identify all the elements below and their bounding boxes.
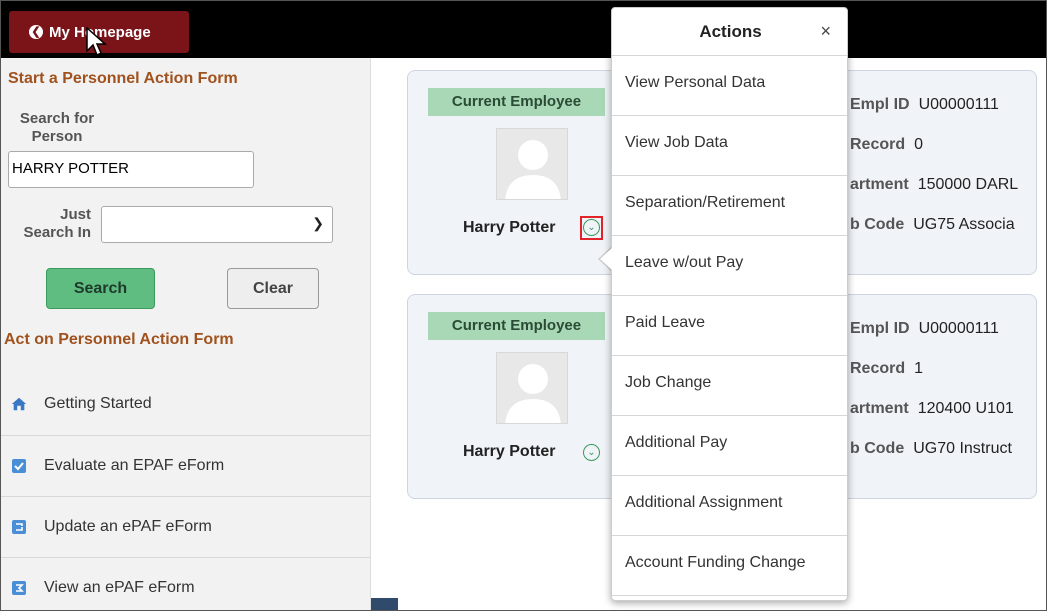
mouse-cursor-icon bbox=[86, 27, 107, 57]
department-field: artment 150000 DARL bbox=[850, 176, 1018, 194]
actions-popup-title: Actions bbox=[699, 22, 762, 41]
nav-item-getting-started[interactable]: Getting Started bbox=[1, 374, 371, 434]
nav-item-update[interactable]: Update an ePAF eForm bbox=[1, 496, 371, 556]
record-value: 0 bbox=[914, 136, 924, 153]
nav-item-label: Evaluate an EPAF eForm bbox=[44, 456, 225, 474]
app-frame: ❮ My Homepage Start a Personnel Action F… bbox=[0, 0, 1047, 611]
search-for-label-line2: Person bbox=[31, 128, 83, 145]
job-code-value: UG75 Associa bbox=[913, 216, 1015, 233]
job-code-label: b Code bbox=[850, 216, 905, 233]
update-form-icon bbox=[11, 519, 27, 535]
record-value: 1 bbox=[914, 360, 924, 377]
nav-item-label: Update an ePAF eForm bbox=[44, 517, 212, 535]
record-label: Record bbox=[850, 360, 906, 377]
nav-item-label: Getting Started bbox=[44, 395, 152, 412]
just-label-line2: Search In bbox=[23, 224, 91, 241]
actions-dropdown-icon[interactable]: ⌄ bbox=[583, 219, 600, 236]
empl-id-field: Empl ID U00000111 bbox=[850, 96, 999, 114]
menu-item-job-change[interactable]: Job Change bbox=[612, 356, 847, 416]
department-label: artment bbox=[850, 176, 909, 193]
record-label: Record bbox=[850, 136, 906, 153]
menu-item-additional-assignment[interactable]: Additional Assignment bbox=[612, 476, 847, 536]
department-value: 150000 DARL bbox=[917, 176, 1019, 193]
nav-item-label: View an ePAF eForm bbox=[44, 578, 195, 596]
department-field: artment 120400 U101 bbox=[850, 400, 1014, 418]
job-code-field: b Code UG70 Instruct bbox=[850, 440, 1012, 458]
just-label-line1: Just bbox=[60, 206, 91, 223]
job-code-value: UG70 Instruct bbox=[913, 440, 1012, 457]
actions-popup-header: Actions × bbox=[612, 8, 847, 56]
employee-name: Harry Potter bbox=[463, 219, 556, 236]
search-person-input[interactable]: HARRY POTTER bbox=[8, 151, 254, 188]
empl-id-label: Empl ID bbox=[850, 320, 910, 337]
menu-item-separation-retirement[interactable]: Separation/Retirement bbox=[612, 176, 847, 236]
chevron-down-icon: ❯ bbox=[312, 215, 324, 231]
record-field: Record 1 bbox=[850, 360, 923, 378]
menu-item-additional-pay[interactable]: Additional Pay bbox=[612, 416, 847, 476]
home-icon bbox=[11, 396, 27, 412]
menu-item-label: View Personal Data bbox=[625, 74, 766, 91]
actions-popup: Actions × View Personal Data View Job Da… bbox=[611, 7, 848, 601]
act-form-title: Act on Personnel Action Form bbox=[4, 331, 234, 348]
search-in-select[interactable]: ❯ bbox=[101, 206, 333, 243]
start-form-title: Start a Personnel Action Form bbox=[8, 70, 238, 87]
search-for-label: Search for Person bbox=[19, 110, 95, 146]
menu-item-leave-without-pay[interactable]: Leave w/out Pay bbox=[612, 236, 847, 296]
close-icon[interactable]: × bbox=[820, 21, 831, 42]
back-chevron-icon: ❮ bbox=[29, 25, 43, 39]
menu-item-label: View Job Data bbox=[625, 134, 728, 151]
just-search-in-label: Just Search In bbox=[1, 206, 91, 242]
menu-item-paid-leave[interactable]: Paid Leave bbox=[612, 296, 847, 356]
menu-item-label: Additional Pay bbox=[625, 434, 728, 451]
empl-id-value: U00000111 bbox=[918, 96, 999, 113]
menu-item-account-funding-change[interactable]: Account Funding Change bbox=[612, 536, 847, 596]
empl-id-field: Empl ID U00000111 bbox=[850, 320, 999, 338]
menu-item-label: Leave w/out Pay bbox=[625, 254, 744, 271]
empl-id-value: U00000111 bbox=[918, 320, 999, 337]
clear-button[interactable]: Clear bbox=[227, 268, 319, 309]
menu-item-label: Separation/Retirement bbox=[625, 194, 786, 211]
popup-pointer-inner bbox=[600, 248, 612, 270]
avatar bbox=[496, 352, 568, 424]
avatar bbox=[496, 128, 568, 200]
search-for-label-line1: Search for bbox=[19, 110, 95, 127]
menu-item-label: Paid Leave bbox=[625, 314, 706, 331]
menu-item-label: Account Funding Change bbox=[625, 554, 806, 571]
menu-item-view-personal-data[interactable]: View Personal Data bbox=[612, 56, 847, 116]
job-code-field: b Code UG75 Associa bbox=[850, 216, 1015, 234]
department-value: 120400 U101 bbox=[917, 400, 1014, 417]
status-badge: Current Employee bbox=[428, 312, 605, 340]
left-panel: Start a Personnel Action Form Search for… bbox=[1, 58, 371, 610]
evaluate-form-icon bbox=[11, 458, 27, 474]
status-badge: Current Employee bbox=[428, 88, 605, 116]
employee-name: Harry Potter bbox=[463, 443, 556, 460]
actions-dropdown-icon[interactable]: ⌄ bbox=[583, 444, 600, 461]
top-bar: ❮ My Homepage bbox=[1, 1, 1046, 58]
view-form-icon bbox=[11, 580, 27, 596]
nav-item-view[interactable]: View an ePAF eForm bbox=[1, 557, 371, 610]
record-field: Record 0 bbox=[850, 136, 923, 154]
menu-item-view-job-data[interactable]: View Job Data bbox=[612, 116, 847, 176]
menu-item-label: Additional Assignment bbox=[625, 494, 783, 511]
menu-item-label: Job Change bbox=[625, 374, 712, 391]
search-button[interactable]: Search bbox=[46, 268, 155, 309]
scroll-bar-fragment bbox=[371, 598, 398, 610]
job-code-label: b Code bbox=[850, 440, 905, 457]
empl-id-label: Empl ID bbox=[850, 96, 910, 113]
nav-item-evaluate[interactable]: Evaluate an EPAF eForm bbox=[1, 435, 371, 495]
department-label: artment bbox=[850, 400, 909, 417]
